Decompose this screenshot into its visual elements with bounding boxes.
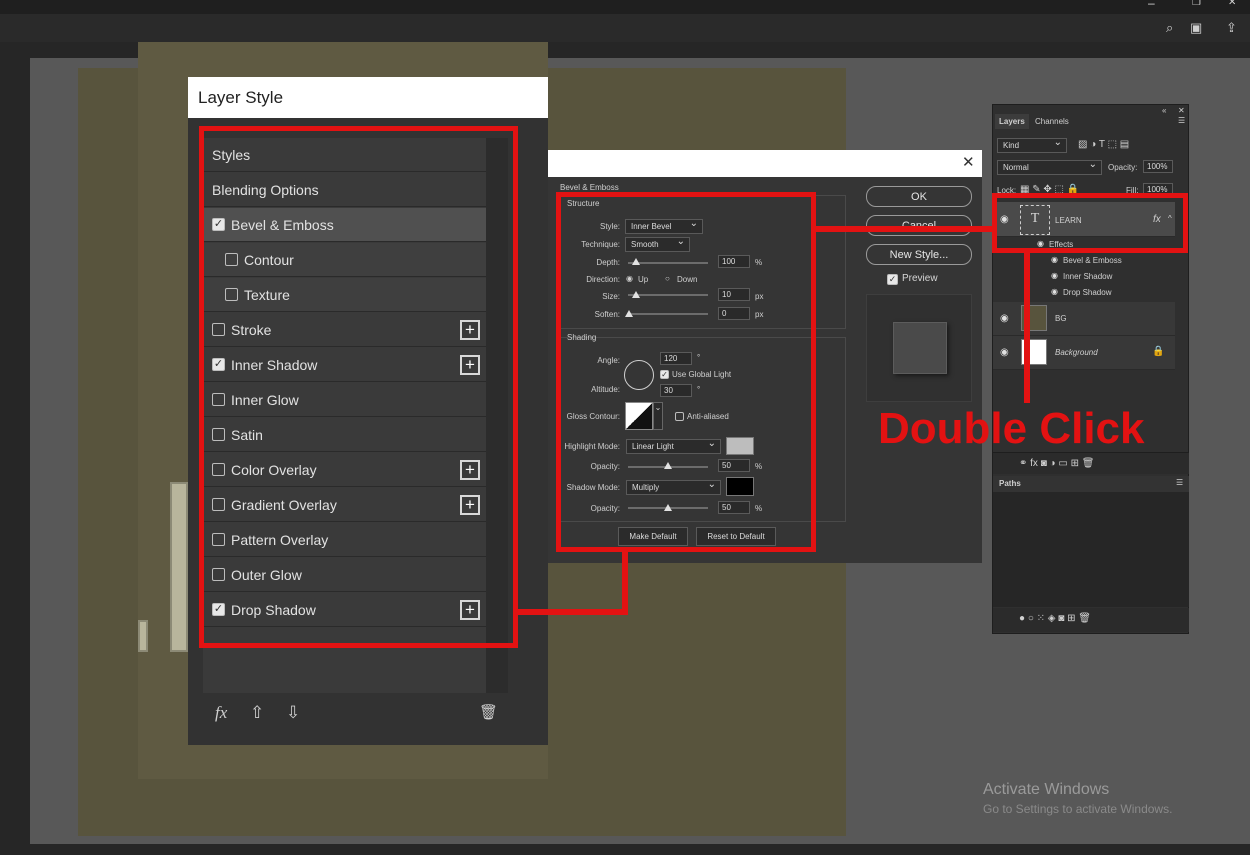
visibility-eye-icon[interactable]: ◉ (1051, 287, 1058, 296)
panel-close-icon[interactable]: ✕ (1178, 106, 1185, 115)
close-icon[interactable]: ✕ (962, 153, 975, 171)
preview-swatch (893, 322, 947, 374)
connector-line (622, 552, 628, 615)
paths-header (993, 476, 1189, 492)
layer-name-background[interactable]: Background (1055, 348, 1098, 357)
layers-footer: ⚭ fx ◙ ◑ ▭ ⊞ 🗑 (993, 452, 1189, 474)
panel-menu-icon[interactable]: ☰ (1178, 116, 1185, 125)
minimize-icon[interactable]: – (1148, 0, 1155, 10)
visibility-eye-icon[interactable]: ◉ (1051, 255, 1058, 264)
effect-item[interactable]: Bevel & Emboss (1063, 256, 1122, 265)
preview-checkbox[interactable]: ✓ (887, 274, 898, 285)
paths-footer-icons[interactable]: ● ○ ⁙ ◈ ◙ ⊞ 🗑 (1019, 613, 1091, 624)
kind-filter[interactable]: Kind (997, 137, 1067, 153)
highlight-box-bevel (556, 192, 816, 552)
preview-area (866, 294, 972, 402)
visibility-eye-icon[interactable]: ◉ (1000, 313, 1009, 324)
connector-line (518, 609, 628, 615)
bevel-dialog-titlebar (548, 150, 982, 177)
effect-item[interactable]: Drop Shadow (1063, 288, 1111, 297)
new-style-button[interactable]: New Style... (866, 244, 972, 265)
blend-mode-dropdown[interactable]: Normal (997, 159, 1102, 175)
lock-icon: 🔒 (1152, 346, 1165, 357)
activate-windows-title: Activate Windows (983, 781, 1110, 798)
visibility-eye-icon[interactable]: ◉ (1051, 271, 1058, 280)
paths-menu-icon[interactable]: ☰ (1176, 478, 1183, 487)
highlight-box-layer (992, 193, 1188, 253)
trash-icon[interactable]: 🗑 (479, 703, 498, 721)
connector-line (1024, 253, 1030, 403)
connector-line (816, 226, 992, 232)
title-bar: – ❐ ✕ (0, 0, 1250, 14)
tab-layers[interactable]: Layers (999, 117, 1025, 126)
move-down-icon[interactable]: ⇩ (286, 703, 300, 723)
highlight-box-styles (199, 126, 518, 648)
close-window-icon[interactable]: ✕ (1228, 0, 1236, 8)
options-bar: ⌕ ▣ ⇪ (0, 14, 1250, 42)
activate-windows-subtitle: Go to Settings to activate Windows. (983, 802, 1173, 816)
share-icon[interactable]: ⇪ (1226, 20, 1237, 36)
opacity-input[interactable]: 100% (1143, 160, 1173, 173)
door-knob-shape (138, 620, 148, 652)
door-handle-shape (170, 482, 188, 652)
preview-label: Preview (902, 273, 938, 284)
fx-icon[interactable]: fx (215, 703, 227, 723)
move-up-icon[interactable]: ⇧ (250, 703, 264, 723)
layers-footer-icons[interactable]: ⚭ fx ◙ ◑ ▭ ⊞ 🗑 (1019, 458, 1094, 469)
tab-paths[interactable]: Paths (999, 479, 1021, 488)
double-click-annotation: Double Click (878, 404, 1145, 453)
ok-button[interactable]: OK (866, 186, 972, 207)
visibility-eye-icon[interactable]: ◉ (1000, 347, 1009, 358)
workspace-icon[interactable]: ▣ (1190, 20, 1202, 36)
kind-label: Kind (1003, 141, 1020, 150)
tab-channels[interactable]: Channels (1035, 117, 1069, 126)
paths-area (993, 492, 1189, 607)
effect-item[interactable]: Inner Shadow (1063, 272, 1112, 281)
paths-footer: ● ○ ⁙ ◈ ◙ ⊞ 🗑 (993, 608, 1189, 632)
layer-style-title: Layer Style (188, 77, 548, 118)
search-icon[interactable]: ⌕ (1166, 20, 1173, 36)
collapse-icon[interactable]: « (1162, 106, 1166, 115)
section-title: Bevel & Emboss (560, 183, 619, 192)
layer-name-bg[interactable]: BG (1055, 314, 1067, 323)
filter-icons[interactable]: ▨ ◑ T ⬚ ▤ (1078, 139, 1129, 150)
restore-icon[interactable]: ❐ (1192, 0, 1201, 8)
opacity-label: Opacity: (1108, 163, 1138, 172)
